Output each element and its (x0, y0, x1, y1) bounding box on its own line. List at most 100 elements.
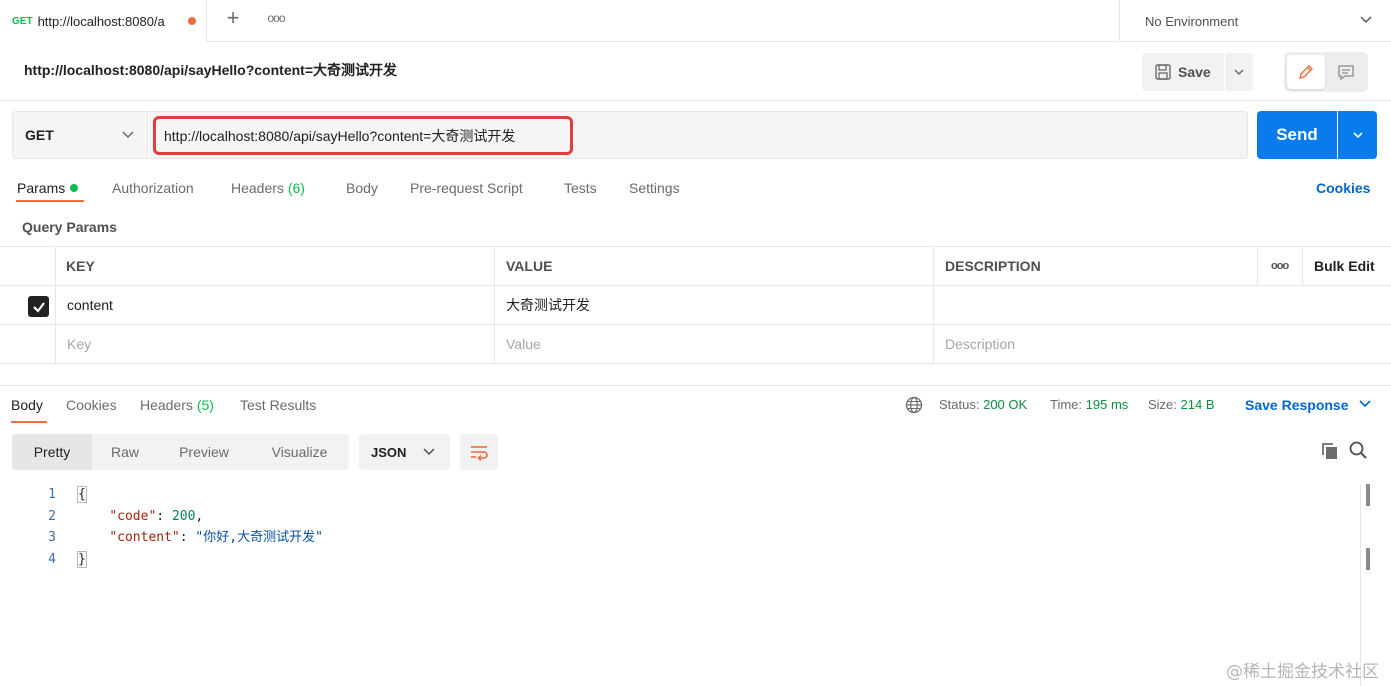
tab-authorization[interactable]: Authorization (112, 180, 194, 196)
code-line: 4 } (0, 549, 1360, 570)
response-tab-test-results[interactable]: Test Results (240, 397, 316, 413)
open-brace: { (77, 486, 87, 503)
editor-scrollbar-track[interactable] (1360, 484, 1361, 686)
json-number-value: 200 (171, 509, 196, 524)
param-key-cell[interactable]: content (55, 286, 494, 324)
response-tab-headers[interactable]: Headers (5) (140, 397, 214, 413)
environment-label: No Environment (1145, 13, 1239, 29)
tab-params-label: Params (17, 180, 66, 196)
code-line: 1 { (0, 484, 1360, 505)
format-segmented-control: Pretty Raw Preview Visualize (12, 434, 349, 470)
json-key: "content" (109, 530, 180, 545)
line-number: 3 (48, 530, 56, 545)
save-button[interactable]: Save (1142, 53, 1224, 91)
chevron-down-icon (1352, 132, 1363, 139)
code-text: { (77, 484, 87, 505)
param-enabled-checkbox[interactable] (28, 296, 49, 317)
method-select-value: GET (25, 127, 54, 143)
params-active-dot-icon (70, 184, 79, 192)
new-key-input[interactable]: Key (55, 325, 494, 363)
chevron-down-icon (1234, 69, 1244, 76)
new-description-input[interactable]: Description (933, 325, 1391, 363)
environment-selector[interactable]: No Environment (1119, 0, 1391, 42)
param-value-cell[interactable]: 大奇测试开发 (494, 286, 933, 324)
save-response-button[interactable]: Save Response (1245, 397, 1372, 413)
new-value-input[interactable]: Value (494, 325, 933, 363)
globe-icon[interactable] (905, 396, 923, 414)
save-button-label: Save (1178, 64, 1211, 80)
send-options-button[interactable] (1338, 111, 1377, 159)
watermark: @稀土掘金技术社区 (1226, 662, 1379, 682)
url-highlight-box[interactable]: http://localhost:8080/api/sayHello?conte… (153, 116, 573, 155)
response-size[interactable]: Size: 214 B (1148, 397, 1215, 412)
column-header-key: KEY (55, 247, 494, 285)
param-description-cell[interactable] (933, 286, 1391, 324)
json-key: "code" (109, 509, 157, 524)
wrap-lines-button[interactable] (460, 434, 498, 470)
save-icon (1155, 64, 1171, 80)
comment-icon (1338, 65, 1354, 81)
bulk-edit-button[interactable]: Bulk Edit (1302, 247, 1391, 285)
unsaved-indicator-icon (187, 17, 196, 25)
column-header-description: DESCRIPTION (933, 247, 1257, 285)
send-button[interactable]: Send (1257, 111, 1337, 159)
editor-scrollbar-marker[interactable] (1366, 484, 1370, 506)
tab-prerequest-script[interactable]: Pre-request Script (410, 180, 523, 196)
code-text: } (77, 549, 87, 570)
search-icon[interactable] (1348, 440, 1368, 460)
line-number: 2 (48, 509, 56, 524)
response-tab-body[interactable]: Body (11, 397, 43, 413)
save-options-button[interactable] (1225, 53, 1253, 91)
raw-button[interactable]: Raw (92, 434, 158, 470)
response-status[interactable]: Status: 200 OK (939, 397, 1027, 412)
tab-method-label: GET (12, 15, 33, 27)
comments-button[interactable] (1327, 55, 1365, 89)
visualize-button[interactable]: Visualize (250, 434, 349, 470)
code-line: 3 "content": "你好,大奇测试开发" (0, 527, 1360, 548)
tab-title: http://localhost:8080/a (37, 13, 165, 29)
tab-tests[interactable]: Tests (564, 180, 597, 196)
query-params-title: Query Params (22, 219, 117, 235)
mode-toggle (1284, 52, 1368, 92)
response-tab-cookies[interactable]: Cookies (66, 397, 117, 413)
request-title: http://localhost:8080/api/sayHello?conte… (24, 62, 398, 78)
response-headers-label: Headers (140, 397, 193, 413)
more-tabs-icon[interactable]: ooo (264, 8, 288, 28)
table-more-icon[interactable]: ooo (1257, 247, 1302, 285)
column-header-value: VALUE (494, 247, 933, 285)
pencil-icon (1299, 65, 1313, 79)
line-number: 4 (48, 552, 56, 567)
code-line: 2 "code": 200, (0, 506, 1360, 527)
tab-headers-label: Headers (231, 180, 284, 196)
tab-settings[interactable]: Settings (629, 180, 680, 196)
chevron-down-icon (1360, 16, 1372, 24)
copy-icon[interactable] (1320, 441, 1340, 461)
active-response-tab-indicator (11, 421, 47, 423)
tab-params[interactable]: Params (17, 180, 79, 196)
tab-body[interactable]: Body (346, 180, 378, 196)
new-tab-button[interactable]: + (222, 6, 244, 30)
request-tab[interactable]: GET http://localhost:8080/a (0, 0, 207, 42)
table-header-row: KEY VALUE DESCRIPTION ooo Bulk Edit (0, 246, 1391, 286)
status-value: 200 OK (983, 397, 1028, 412)
cookies-link[interactable]: Cookies (1316, 180, 1370, 196)
time-value: 195 ms (1085, 397, 1129, 412)
pane-divider[interactable] (0, 385, 1391, 386)
language-select[interactable]: JSON (359, 434, 450, 470)
checkmark-icon (32, 301, 45, 313)
size-label: Size: (1148, 397, 1177, 412)
table-row-empty: Key Value Description (0, 325, 1391, 364)
time-label: Time: (1050, 397, 1083, 412)
code-text: "code": 200, (109, 509, 204, 524)
chevron-down-icon (423, 448, 435, 456)
preview-button[interactable]: Preview (158, 434, 250, 470)
tab-headers[interactable]: Headers (6) (231, 180, 305, 196)
edit-mode-button[interactable] (1287, 55, 1325, 89)
status-label: Status: (939, 397, 980, 412)
response-time[interactable]: Time: 195 ms (1050, 397, 1128, 412)
response-headers-count: (5) (196, 397, 214, 413)
editor-scrollbar-marker[interactable] (1366, 548, 1370, 570)
pretty-button[interactable]: Pretty (12, 434, 92, 470)
chevron-down-icon (1359, 400, 1371, 408)
method-select[interactable]: GET (12, 111, 148, 159)
